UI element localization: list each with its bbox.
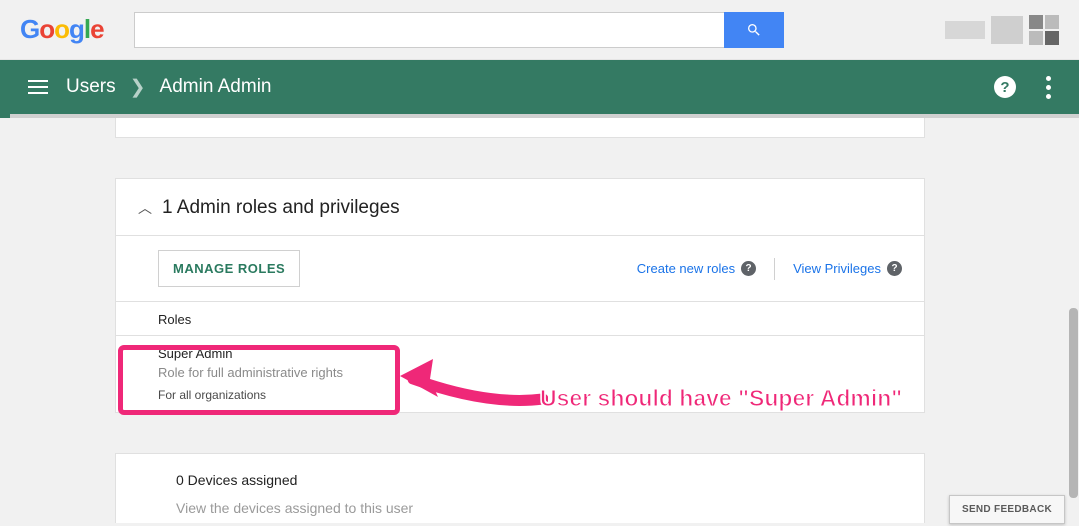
create-roles-link[interactable]: Create new roles ?: [637, 261, 756, 276]
previous-card-stub: [115, 118, 925, 138]
google-logo[interactable]: Google: [20, 14, 104, 45]
chevron-up-icon: ︿: [138, 198, 152, 218]
help-icon[interactable]: ?: [741, 261, 756, 276]
menu-icon[interactable]: [28, 80, 48, 94]
help-icon[interactable]: ?: [887, 261, 902, 276]
panel-header[interactable]: ︿ 1 Admin roles and privileges: [116, 179, 924, 235]
roles-column-header: Roles: [116, 301, 924, 335]
search-container: [134, 12, 784, 48]
chevron-right-icon: ❯: [130, 76, 146, 99]
scrollbar-track[interactable]: [1068, 118, 1079, 526]
devices-subtitle: View the devices assigned to this user: [176, 500, 902, 516]
help-icon[interactable]: ?: [994, 76, 1016, 98]
manage-roles-button[interactable]: MANAGE ROLES: [158, 250, 300, 287]
search-input[interactable]: [134, 12, 724, 48]
account-area[interactable]: [945, 15, 1059, 45]
send-feedback-button[interactable]: SEND FEEDBACK: [949, 495, 1065, 524]
role-name: Super Admin: [158, 346, 902, 361]
breadcrumb-current: Admin Admin: [160, 76, 272, 98]
scrollbar-thumb[interactable]: [1069, 308, 1078, 498]
divider: [774, 258, 775, 280]
panel-title-text: 1 Admin roles and privileges: [162, 197, 400, 219]
role-description: Role for full administrative rights: [158, 365, 902, 380]
search-icon: [746, 22, 762, 38]
annotation-text: User should have "Super Admin": [540, 385, 902, 412]
breadcrumb-users[interactable]: Users: [66, 76, 116, 98]
search-button[interactable]: [724, 12, 784, 48]
app-bar: Users ❯ Admin Admin ?: [0, 60, 1079, 114]
breadcrumb: Users ❯ Admin Admin: [66, 76, 272, 99]
view-privileges-link[interactable]: View Privileges ?: [793, 261, 902, 276]
devices-panel[interactable]: 0 Devices assigned View the devices assi…: [115, 453, 925, 523]
devices-title: 0 Devices assigned: [176, 472, 902, 488]
roles-panel: ︿ 1 Admin roles and privileges MANAGE RO…: [115, 178, 925, 413]
progress-underline: [0, 114, 1079, 118]
more-icon[interactable]: [1046, 76, 1051, 99]
